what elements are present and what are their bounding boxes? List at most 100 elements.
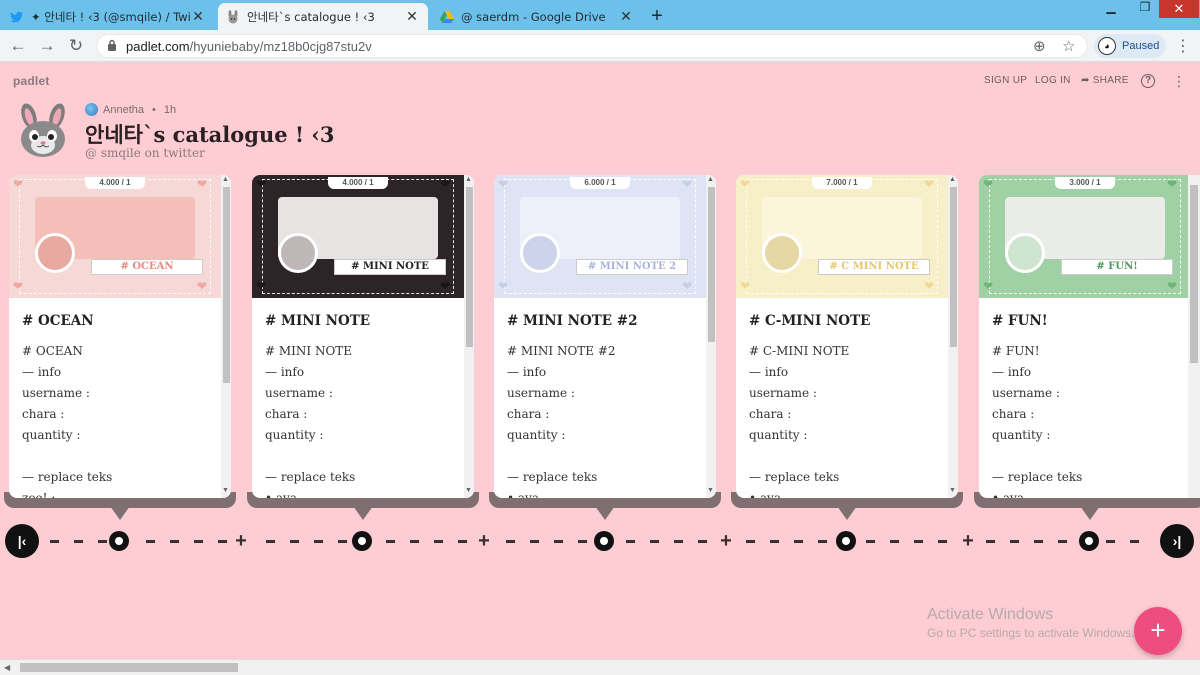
card-scrollbar[interactable]: ▲ ▼ xyxy=(221,175,231,498)
card-line: # MINI NOTE #2 xyxy=(507,344,616,358)
card-body: # OCEAN — info username : chara : quantity :… xyxy=(22,341,112,498)
card-line: quantity : xyxy=(992,428,1051,442)
card-scrollbar[interactable]: ▲ ▼ xyxy=(706,175,716,498)
timeline-add-icon[interactable]: + xyxy=(719,530,733,553)
more-options-icon[interactable]: ⋮ xyxy=(1172,73,1186,90)
scroll-up-icon[interactable]: ▲ xyxy=(707,176,714,183)
address-bar[interactable]: padlet.com/hyuniebaby/mz18b0cjg87stu2v ⊕… xyxy=(96,34,1088,58)
tab-title: 안네타`s catalogue ! ‹3 xyxy=(247,9,375,24)
scroll-up-icon[interactable]: ▲ xyxy=(949,176,956,183)
card-thumbnail[interactable]: 6.000 / 1 ❤ ❤ ❤ ❤ # MINI NOTE 2 xyxy=(494,175,706,298)
card-line: zoe! : xyxy=(22,491,56,498)
thumbnail-label: # FUN! xyxy=(1061,259,1173,275)
scrollbar-thumb[interactable] xyxy=(1190,185,1198,363)
scrollbar-thumb[interactable] xyxy=(223,187,230,383)
thumbnail-avatar xyxy=(520,233,560,273)
post-card[interactable]: 7.000 / 1 ❤ ❤ ❤ ❤ # C MINI NOTE # C-MINI… xyxy=(736,175,958,498)
close-tab-icon[interactable]: ✕ xyxy=(404,8,420,25)
timeline-dash xyxy=(578,540,587,543)
post-card[interactable]: 4.000 / 1 ❤ ❤ ❤ ❤ # MINI NOTE # MINI NOT… xyxy=(252,175,474,498)
card-thumbnail[interactable]: 3.000 / 1 ❤ ❤ ❤ ❤ # FUN! xyxy=(979,175,1191,298)
window-close-icon[interactable]: ✕ xyxy=(1159,0,1199,18)
heart-icon: ❤ xyxy=(983,279,994,293)
timeline-node[interactable] xyxy=(594,531,614,551)
scrollbar-thumb[interactable] xyxy=(20,663,238,672)
scroll-left-icon[interactable]: ◀ xyxy=(4,663,10,672)
scrollbar-thumb[interactable] xyxy=(708,187,715,342)
help-icon[interactable]: ? xyxy=(1141,74,1155,88)
tab-google-drive[interactable]: @ saerdm - Google Drive ✕ xyxy=(432,3,642,30)
timeline-add-icon[interactable]: + xyxy=(477,530,491,553)
scroll-up-icon[interactable]: ▲ xyxy=(465,176,472,183)
timeline-node[interactable] xyxy=(1079,531,1099,551)
url-path: /hyuniebaby/mz18b0cjg87stu2v xyxy=(189,39,372,54)
bookmark-star-icon[interactable]: ☆ xyxy=(1062,37,1075,55)
page-vertical-scrollbar[interactable] xyxy=(1188,175,1200,498)
scrollbar-thumb[interactable] xyxy=(950,187,957,347)
scroll-down-icon[interactable]: ▼ xyxy=(222,487,229,494)
timeline-dash xyxy=(698,540,707,543)
heart-icon: ❤ xyxy=(256,177,267,191)
share-arrow-icon: ➦ xyxy=(1081,75,1090,86)
timeline-dash xyxy=(1058,540,1067,543)
timeline-dash xyxy=(914,540,923,543)
card-line: quantity : xyxy=(749,428,808,442)
price-tag: 6.000 / 1 xyxy=(570,177,630,189)
timeline-dash xyxy=(794,540,803,543)
share-button[interactable]: ➦ SHARE xyxy=(1081,75,1129,86)
timeline-node[interactable] xyxy=(836,531,856,551)
timeline-dash xyxy=(1130,540,1139,543)
share-label: SHARE xyxy=(1092,75,1129,86)
page-subtitle: @ smqile on twitter xyxy=(85,146,205,160)
post-card[interactable]: 6.000 / 1 ❤ ❤ ❤ ❤ # MINI NOTE 2 # MINI N… xyxy=(494,175,716,498)
timeline-add-icon[interactable]: + xyxy=(234,530,248,553)
card-thumbnail[interactable]: 4.000 / 1 ❤ ❤ ❤ ❤ # MINI NOTE xyxy=(252,175,464,298)
reload-icon[interactable]: ↻ xyxy=(66,36,86,56)
card-line: # FUN! xyxy=(992,344,1040,358)
login-link[interactable]: LOG IN xyxy=(1035,75,1071,86)
new-tab-icon[interactable]: + xyxy=(647,5,667,28)
add-post-button[interactable]: + xyxy=(1134,607,1182,655)
timeline-prev-button[interactable]: |‹ xyxy=(5,524,39,558)
timeline-add-icon[interactable]: + xyxy=(961,530,975,553)
scroll-down-icon[interactable]: ▼ xyxy=(949,487,956,494)
tab-twitter[interactable]: ✦ 안네타 ! ‹3 (@smqile) / Twitter ✕ xyxy=(2,3,214,30)
timeline-node[interactable] xyxy=(352,531,372,551)
card-scrollbar[interactable]: ▲ ▼ xyxy=(464,175,474,498)
restore-icon[interactable]: ❐ xyxy=(1130,0,1160,18)
timeline-next-button[interactable]: ›| xyxy=(1160,524,1194,558)
forward-icon[interactable]: → xyxy=(37,36,57,56)
scroll-down-icon[interactable]: ▼ xyxy=(707,487,714,494)
timeline-dash xyxy=(626,540,635,543)
close-tab-icon[interactable]: ✕ xyxy=(618,8,634,25)
timeline-dash xyxy=(554,540,563,543)
timeline-node[interactable] xyxy=(109,531,129,551)
tab-padlet[interactable]: 안네타`s catalogue ! ‹3 ✕ xyxy=(218,3,428,30)
post-card[interactable]: 3.000 / 1 ❤ ❤ ❤ ❤ # FUN! # FUN! # FUN! — … xyxy=(979,175,1200,498)
back-icon[interactable]: ← xyxy=(8,36,28,56)
thumbnail-avatar xyxy=(278,233,318,273)
profile-button[interactable]: ◕ Paused xyxy=(1094,34,1166,58)
card-thumbnail[interactable]: 4.000 / 1 ❤ ❤ ❤ ❤ # OCEAN xyxy=(9,175,221,298)
post-card[interactable]: 4.000 / 1 ❤ ❤ ❤ ❤ # OCEAN # OCEAN # OCEA… xyxy=(9,175,231,498)
card-line: — info xyxy=(22,365,62,379)
padlet-logo[interactable]: padlet xyxy=(13,74,50,88)
add-extension-icon[interactable]: ⊕ xyxy=(1033,37,1046,55)
timeline-dash xyxy=(338,540,347,543)
card-thumbnail[interactable]: 7.000 / 1 ❤ ❤ ❤ ❤ # C MINI NOTE xyxy=(736,175,948,298)
browser-menu-icon[interactable]: ⋮ xyxy=(1175,36,1191,56)
card-line: — replace teks xyxy=(507,470,598,484)
heart-icon: ❤ xyxy=(1167,177,1178,191)
scrollbar-thumb[interactable] xyxy=(466,187,473,347)
card-scrollbar[interactable]: ▲ ▼ xyxy=(948,175,958,498)
scroll-up-icon[interactable]: ▲ xyxy=(222,176,229,183)
horizontal-scrollbar[interactable]: ◀ xyxy=(0,659,1200,675)
close-tab-icon[interactable]: ✕ xyxy=(190,8,206,25)
card-line: # OCEAN xyxy=(22,344,83,358)
timeline-dash xyxy=(770,540,779,543)
heart-icon: ❤ xyxy=(682,279,693,293)
signup-link[interactable]: SIGN UP xyxy=(984,75,1027,86)
author-name[interactable]: Annetha xyxy=(103,104,144,116)
minimize-icon[interactable]: ▁ xyxy=(1096,0,1126,18)
scroll-down-icon[interactable]: ▼ xyxy=(465,487,472,494)
